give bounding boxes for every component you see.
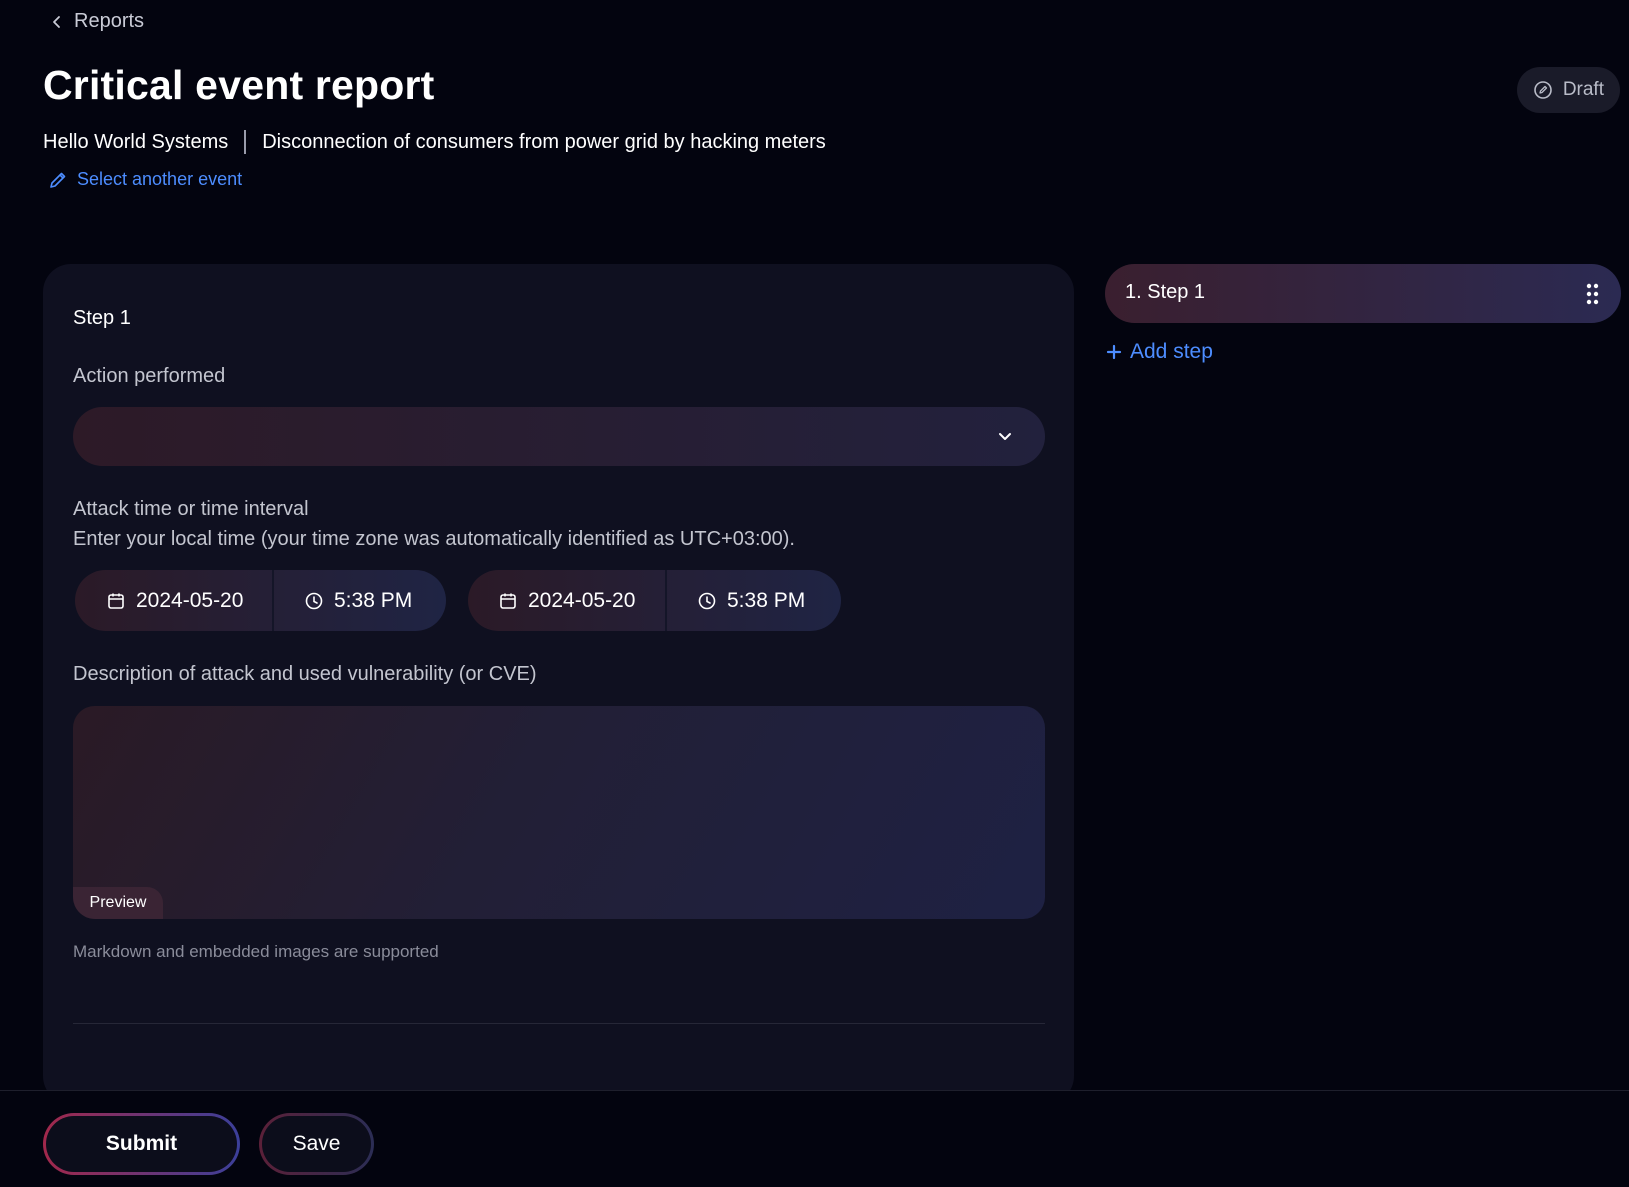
clock-icon — [305, 592, 323, 609]
start-time-value: 5:38 PM — [334, 588, 413, 612]
event-info: Hello World Systems Disconnection of con… — [43, 130, 826, 154]
time-label: Attack time or time interval — [73, 498, 309, 520]
breadcrumb-label[interactable]: Reports — [74, 10, 144, 33]
start-date-picker[interactable]: 2024-05-20 — [75, 570, 272, 631]
step-title: Step 1 — [73, 307, 131, 329]
page-title: Critical event report — [43, 62, 435, 108]
section-divider — [73, 1023, 1045, 1024]
select-another-event-link[interactable]: Select another event — [48, 169, 242, 190]
drag-handle-icon[interactable] — [1586, 283, 1599, 305]
end-time-picker[interactable]: 5:38 PM — [667, 570, 805, 631]
submit-button-label[interactable]: Submit — [46, 1116, 237, 1172]
add-step-label[interactable]: Add step — [1130, 340, 1213, 364]
time-hint: Enter your local time (your time zone wa… — [73, 528, 795, 550]
preview-tab[interactable]: Preview — [73, 887, 163, 919]
clock-icon — [698, 592, 716, 609]
description-textarea[interactable] — [73, 706, 1045, 919]
status-label: Draft — [1562, 79, 1604, 100]
select-another-event-label[interactable]: Select another event — [77, 169, 242, 190]
action-select[interactable] — [73, 407, 1045, 466]
pencil-icon — [50, 172, 66, 188]
organization-name: Hello World Systems — [43, 130, 229, 153]
markdown-hint: Markdown and embedded images are support… — [73, 942, 439, 961]
start-date-value: 2024-05-20 — [136, 588, 244, 612]
description-label: Description of attack and used vulnerabi… — [73, 663, 537, 685]
chevron-left-icon — [53, 15, 60, 28]
save-button[interactable]: Save — [259, 1113, 374, 1175]
start-datetime: 2024-05-20 5:38 PM — [75, 570, 446, 631]
chevron-down-icon — [999, 433, 1011, 440]
event-name: Disconnection of consumers from power gr… — [262, 130, 826, 153]
start-time-picker[interactable]: 5:38 PM — [274, 570, 412, 631]
calendar-icon — [108, 593, 124, 609]
end-date-value: 2024-05-20 — [528, 588, 636, 612]
save-button-label[interactable]: Save — [262, 1116, 371, 1172]
breadcrumb[interactable]: Reports — [50, 10, 144, 33]
end-datetime: 2024-05-20 5:38 PM — [468, 570, 841, 631]
footer-bar — [0, 1090, 1629, 1187]
calendar-icon — [500, 593, 516, 609]
add-step-button[interactable]: Add step — [1106, 340, 1213, 364]
action-label: Action performed — [73, 365, 226, 387]
status-badge: Draft — [1516, 67, 1620, 113]
step-list-item-label: 1. Step 1 — [1125, 281, 1206, 303]
end-date-picker[interactable]: 2024-05-20 — [468, 570, 665, 631]
submit-button[interactable]: Submit — [43, 1113, 240, 1175]
end-time-value: 5:38 PM — [727, 588, 806, 612]
separator — [244, 130, 247, 154]
step-list-item[interactable]: 1. Step 1 — [1105, 264, 1621, 323]
draft-icon — [1534, 81, 1552, 99]
plus-icon — [1106, 344, 1122, 360]
